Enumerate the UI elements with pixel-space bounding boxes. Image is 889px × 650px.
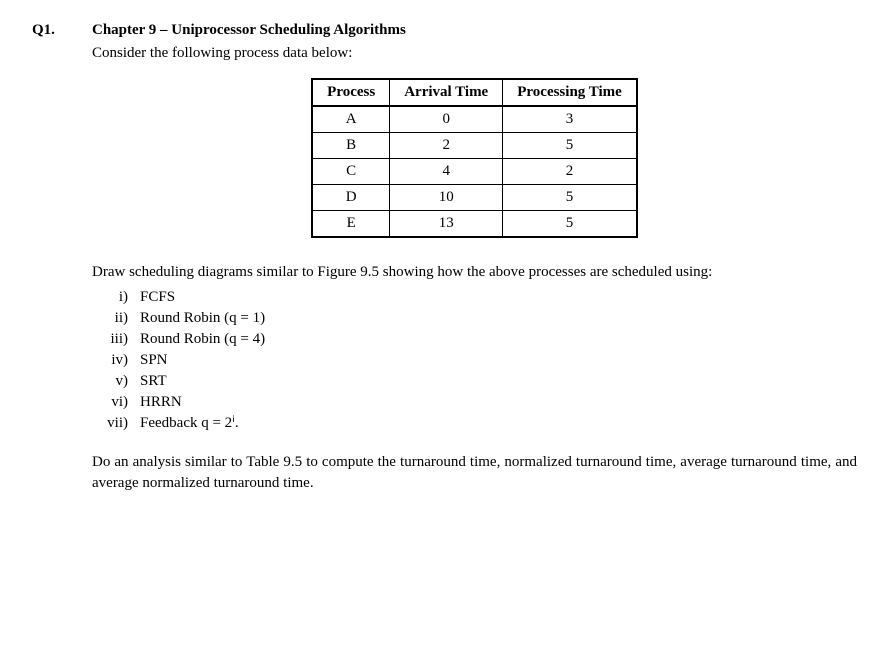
cell-process: D [312,185,390,211]
roman-numeral: ii) [92,308,128,329]
cell-processing: 5 [503,185,637,211]
cell-arrival: 4 [390,159,503,185]
cell-process: C [312,159,390,185]
roman-numeral: vii) [92,413,128,434]
question-number: Q1. [32,20,72,41]
list-text: Round Robin (q = 1) [140,308,265,329]
table-row: A 0 3 [312,106,637,133]
question-block: Q1. Chapter 9 – Uniprocessor Scheduling … [32,20,857,494]
roman-numeral: iv) [92,350,128,371]
cell-process: E [312,211,390,238]
process-table: Process Arrival Time Processing Time A 0… [311,78,638,238]
list-item: iv) SPN [92,350,857,371]
cell-processing: 3 [503,106,637,133]
roman-numeral: iii) [92,329,128,350]
analysis-instruction: Do an analysis similar to Table 9.5 to c… [92,452,857,494]
table-row: B 2 5 [312,133,637,159]
list-item: ii) Round Robin (q = 1) [92,308,857,329]
scheduling-list: i) FCFS ii) Round Robin (q = 1) iii) Rou… [92,287,857,434]
question-body: Chapter 9 – Uniprocessor Scheduling Algo… [92,20,857,494]
table-row: E 13 5 [312,211,637,238]
list-text: HRRN [140,392,182,413]
draw-instruction: Draw scheduling diagrams similar to Figu… [92,262,857,283]
list-item: i) FCFS [92,287,857,308]
list-item: vii) Feedback q = 2ⁱ. [92,413,857,434]
table-row: D 10 5 [312,185,637,211]
col-processing: Processing Time [503,79,637,106]
list-item: iii) Round Robin (q = 4) [92,329,857,350]
intro-text: Consider the following process data belo… [92,43,857,64]
cell-arrival: 0 [390,106,503,133]
list-text: SRT [140,371,167,392]
cell-process: B [312,133,390,159]
roman-numeral: i) [92,287,128,308]
list-item: vi) HRRN [92,392,857,413]
cell-processing: 5 [503,133,637,159]
col-arrival: Arrival Time [390,79,503,106]
cell-processing: 2 [503,159,637,185]
cell-arrival: 10 [390,185,503,211]
cell-arrival: 2 [390,133,503,159]
roman-numeral: v) [92,371,128,392]
roman-numeral: vi) [92,392,128,413]
chapter-title: Chapter 9 – Uniprocessor Scheduling Algo… [92,20,857,41]
table-header-row: Process Arrival Time Processing Time [312,79,637,106]
list-text: Feedback q = 2ⁱ. [140,413,239,434]
cell-processing: 5 [503,211,637,238]
list-text: FCFS [140,287,175,308]
col-process: Process [312,79,390,106]
list-item: v) SRT [92,371,857,392]
table-row: C 4 2 [312,159,637,185]
cell-process: A [312,106,390,133]
list-text: SPN [140,350,168,371]
list-text: Round Robin (q = 4) [140,329,265,350]
cell-arrival: 13 [390,211,503,238]
